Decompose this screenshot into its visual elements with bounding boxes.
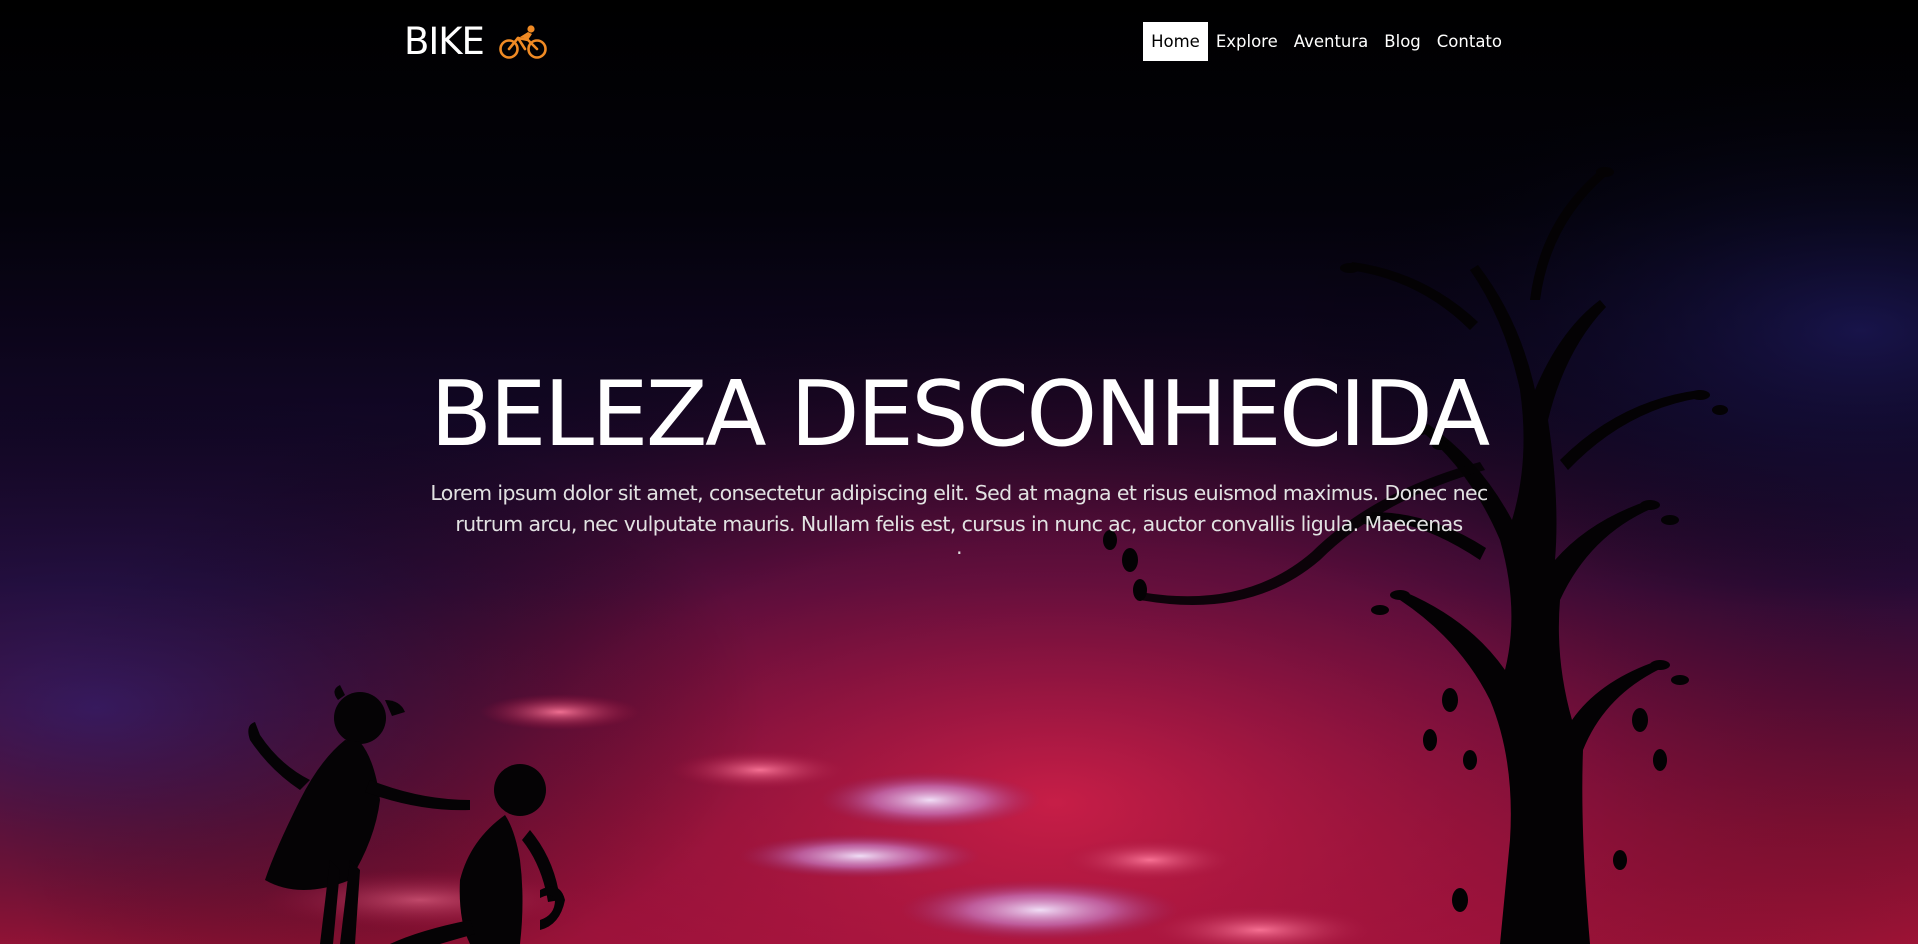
- nav-link-explore[interactable]: Explore: [1208, 22, 1286, 61]
- nav-item-blog: Blog: [1376, 22, 1428, 61]
- hero-section: BIKE Home Explore Aventura Blog Contato …: [0, 0, 1918, 944]
- hero-description-text: Lorem ipsum dolor sit amet, consectetur …: [430, 481, 1488, 536]
- top-navbar: BIKE Home Explore Aventura Blog Contato: [0, 0, 1918, 84]
- nav-link-home[interactable]: Home: [1143, 22, 1208, 61]
- nav-item-contato: Contato: [1429, 22, 1510, 61]
- brand-logo[interactable]: BIKE: [404, 20, 548, 64]
- nav-item-explore: Explore: [1208, 22, 1286, 61]
- hero-title: BELEZA DESCONHECIDA: [430, 362, 1490, 467]
- hero-description: Lorem ipsum dolor sit amet, consectetur …: [404, 478, 1514, 559]
- cyclist-icon: [499, 25, 547, 59]
- nav-link-blog[interactable]: Blog: [1376, 22, 1428, 61]
- nav-item-home: Home: [1143, 22, 1208, 61]
- hero-description-trailing: .: [956, 535, 962, 559]
- nav-item-aventura: Aventura: [1286, 22, 1377, 61]
- brand-name: BIKE: [404, 20, 485, 63]
- hero-content: BELEZA DESCONHECIDA Lorem ipsum dolor si…: [404, 360, 1514, 559]
- main-nav-menu: Home Explore Aventura Blog Contato: [1143, 22, 1510, 61]
- nav-link-contato[interactable]: Contato: [1429, 22, 1510, 61]
- nav-link-aventura[interactable]: Aventura: [1286, 22, 1377, 61]
